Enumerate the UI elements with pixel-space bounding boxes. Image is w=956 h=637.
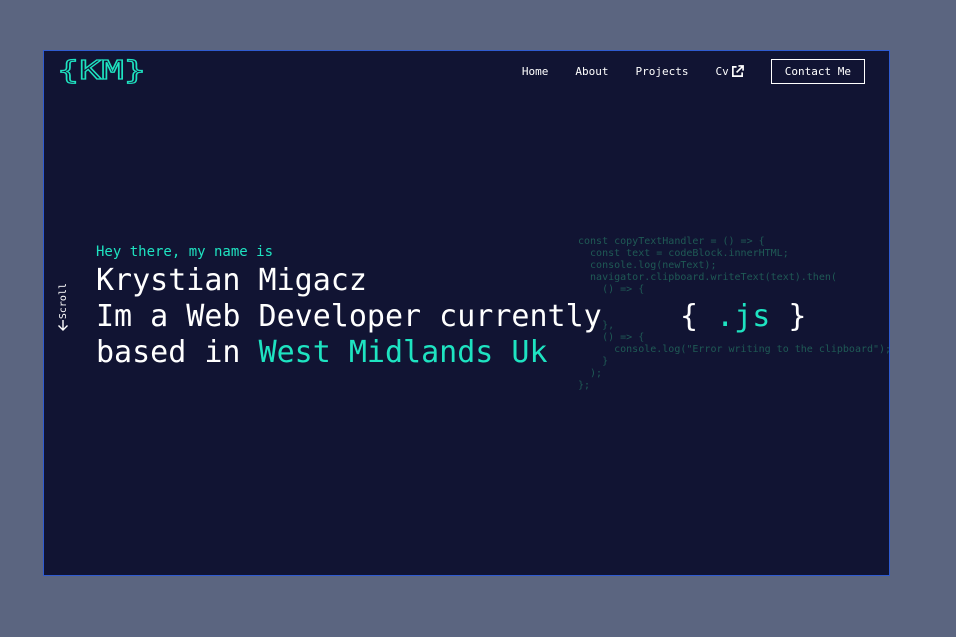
js-badge-text: .js bbox=[716, 299, 771, 334]
hero-role: Im a Web Developer currently bbox=[96, 299, 602, 334]
hero-location: West Midlands Uk bbox=[258, 335, 548, 370]
hero-location-prefix: based in bbox=[96, 335, 259, 370]
hero-greeting: Hey there, my name is bbox=[96, 244, 274, 260]
scroll-label: Scroll bbox=[57, 283, 69, 320]
nav-projects[interactable]: Projects bbox=[636, 65, 689, 78]
nav-cv-label: Cv bbox=[715, 65, 729, 78]
nav-projects-label: Projects bbox=[635, 65, 689, 78]
nav-about[interactable]: About bbox=[575, 65, 608, 78]
main-nav: Home About Projects Cv Contact Me bbox=[495, 59, 865, 84]
js-badge-open-brace: { bbox=[680, 299, 699, 334]
hero-location-line: based in West Midlands Uk bbox=[96, 335, 602, 371]
nav-cv[interactable]: Cv bbox=[716, 65, 744, 78]
js-badge-close-brace: } bbox=[788, 299, 807, 334]
js-badge: { .js } bbox=[680, 299, 806, 334]
arrow-down-icon bbox=[58, 320, 68, 332]
nav-home[interactable]: Home bbox=[522, 65, 549, 78]
svg-text:{KM}: {KM} bbox=[57, 57, 146, 85]
external-link-icon bbox=[731, 65, 744, 77]
hero-name: Krystian Migacz bbox=[96, 263, 367, 298]
hero-headline: Krystian Migacz Im a Web Developer curre… bbox=[96, 263, 602, 371]
scroll-indicator[interactable]: Scroll bbox=[54, 283, 72, 339]
nav-home-label: Home bbox=[521, 65, 549, 78]
logo[interactable]: {KM} bbox=[56, 57, 148, 85]
contact-me-button[interactable]: Contact Me bbox=[770, 59, 865, 84]
page-frame: {KM} Home About Projects Cv Contact Me S… bbox=[43, 50, 890, 576]
nav-about-label: About bbox=[575, 65, 609, 78]
